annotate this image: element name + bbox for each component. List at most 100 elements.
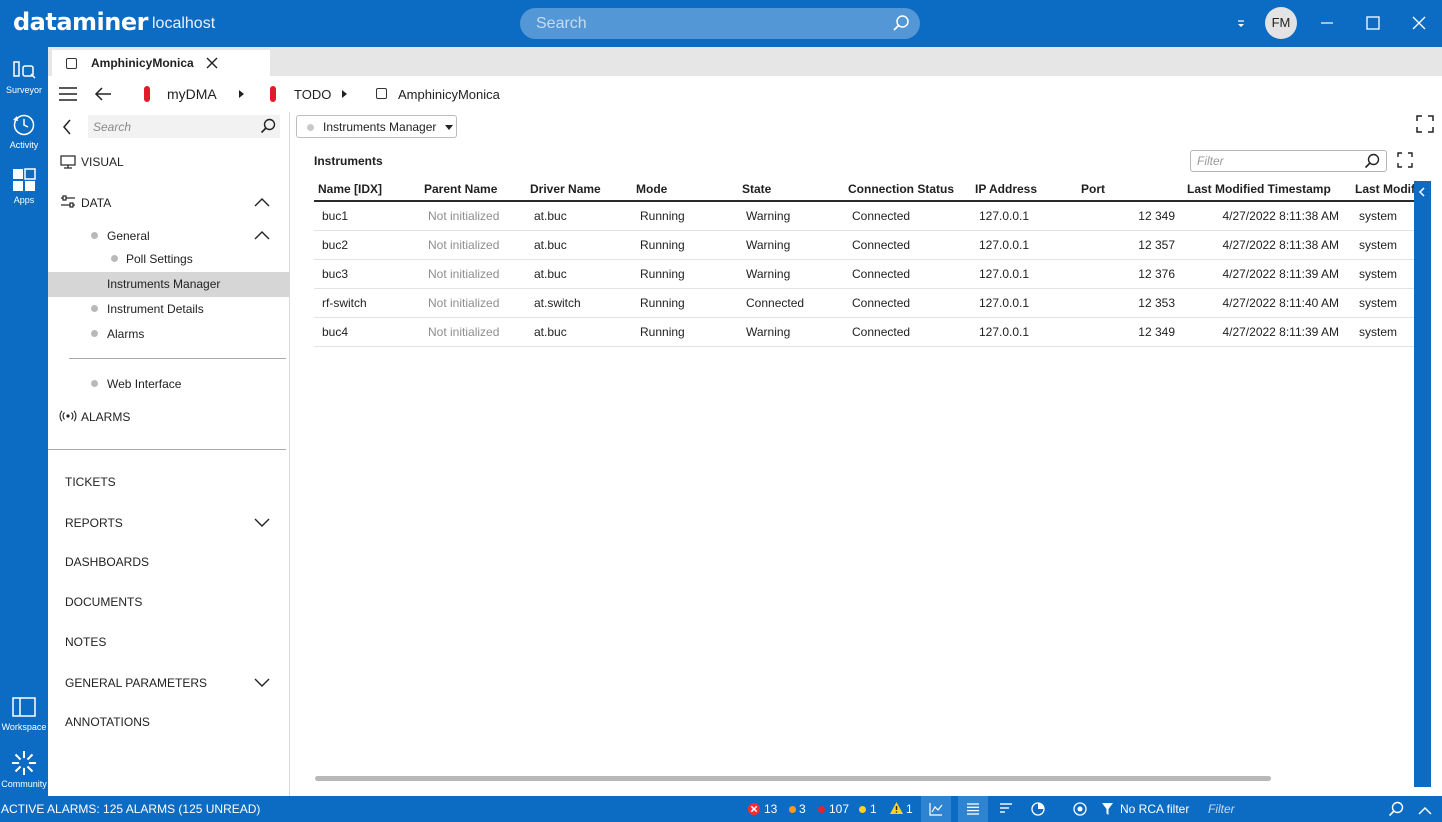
table-title: Instruments — [314, 154, 383, 168]
column-header[interactable]: IP Address — [971, 178, 1077, 202]
table-row[interactable]: buc2 Not initialized at.buc Running Warn… — [314, 230, 1414, 260]
column-header[interactable]: Parent Name — [420, 178, 526, 202]
rail-workspace[interactable]: Workspace — [0, 686, 48, 741]
host-name: localhost — [152, 15, 216, 32]
status-bar: ACTIVE ALARMS: 125 ALARMS (125 UNREAD) 1… — [0, 796, 1442, 822]
panel-item-notes[interactable]: NOTES — [65, 635, 106, 649]
minor-alarm-icon — [818, 806, 825, 813]
rail-label: Workspace — [1, 722, 47, 732]
panel-item-instruments-manager[interactable]: Instruments Manager — [48, 272, 289, 297]
panel-item-tickets[interactable]: TICKETS — [65, 475, 116, 489]
panel-item-web-interface[interactable]: Web Interface — [107, 377, 181, 391]
column-header[interactable]: State — [738, 178, 844, 202]
panel-item-general-parameters[interactable]: GENERAL PARAMETERS — [65, 676, 207, 690]
table-row[interactable]: buc3 Not initialized at.buc Running Warn… — [314, 259, 1414, 289]
panel-item-alarms[interactable]: ALARMS — [81, 410, 130, 424]
details-pane-toggle[interactable] — [1414, 181, 1431, 787]
cell-name: buc2 — [314, 230, 420, 260]
cell-name: buc4 — [314, 317, 420, 347]
trend-view-button[interactable] — [921, 796, 951, 822]
bullet-icon — [91, 380, 98, 387]
panel-search[interactable] — [88, 115, 280, 138]
column-header[interactable]: Mode — [632, 178, 738, 202]
divider — [69, 358, 286, 359]
rca-filter-label[interactable]: No RCA filter — [1120, 802, 1189, 816]
column-header[interactable]: Last Modifi — [1351, 178, 1414, 202]
cell-parent: Not initialized — [420, 288, 526, 318]
breadcrumb-item-mydma[interactable]: myDMA — [167, 86, 217, 102]
column-header[interactable]: Last Modified Timestamp — [1183, 178, 1351, 202]
close-icon[interactable] — [206, 57, 218, 72]
collapse-panel-icon[interactable] — [62, 119, 72, 138]
global-search[interactable] — [520, 8, 920, 39]
global-search-input[interactable] — [520, 8, 880, 39]
warning-count[interactable]: 1 — [870, 802, 877, 816]
rail-apps[interactable]: Apps — [0, 159, 48, 214]
panel-item-poll-settings[interactable]: Poll Settings — [126, 252, 193, 266]
critical-count[interactable]: 13 — [764, 802, 777, 816]
minimize-icon[interactable] — [1316, 12, 1338, 34]
table-row[interactable]: rf-switch Not initialized at.switch Runn… — [314, 288, 1414, 318]
focus-button[interactable] — [1068, 796, 1092, 822]
close-window-icon[interactable] — [1408, 12, 1430, 34]
search-icon[interactable] — [1364, 153, 1380, 172]
table-row[interactable]: buc4 Not initialized at.buc Running Warn… — [314, 317, 1414, 347]
hamburger-menu-icon[interactable] — [58, 86, 78, 105]
breadcrumb-item-element[interactable]: AmphinicyMonica — [398, 87, 500, 102]
notice-count[interactable]: 1 — [906, 802, 913, 816]
fullscreen-icon[interactable] — [1416, 115, 1434, 136]
rail-surveyor[interactable]: Surveyor — [0, 49, 48, 104]
broadcast-icon — [59, 410, 77, 425]
search-icon[interactable] — [260, 118, 276, 137]
caret-right-icon[interactable] — [342, 90, 347, 98]
back-arrow-icon[interactable] — [94, 86, 112, 105]
search-icon[interactable] — [892, 14, 910, 35]
column-header[interactable]: Name [IDX] — [314, 178, 420, 202]
table-filter-input[interactable] — [1191, 151, 1356, 171]
major-count[interactable]: 3 — [799, 802, 806, 816]
rail-community[interactable]: Community — [0, 741, 48, 796]
chevron-up-icon[interactable] — [254, 229, 270, 243]
tab-amphinicymonica[interactable]: AmphinicyMonica — [52, 50, 270, 76]
table-row[interactable]: buc1 Not initialized at.buc Running Warn… — [314, 201, 1414, 231]
chevron-down-icon[interactable] — [254, 677, 270, 691]
panel-item-reports[interactable]: REPORTS — [65, 516, 123, 530]
panel-item-data[interactable]: DATA — [81, 196, 111, 210]
alarm-filter-input[interactable] — [1200, 796, 1380, 822]
panel-item-general[interactable]: General — [107, 229, 150, 243]
chevron-up-icon[interactable] — [254, 196, 270, 210]
panel-item-documents[interactable]: DOCUMENTS — [65, 595, 142, 609]
list-view-button[interactable] — [958, 796, 988, 822]
funnel-icon[interactable] — [1101, 802, 1114, 819]
column-header[interactable]: Connection Status — [844, 178, 971, 202]
horizontal-scrollbar[interactable] — [315, 776, 1271, 781]
chevron-down-icon[interactable] — [254, 517, 270, 531]
column-header[interactable]: Driver Name — [526, 178, 632, 202]
minor-count[interactable]: 107 — [829, 802, 849, 816]
expand-table-icon[interactable] — [1397, 152, 1413, 171]
search-icon[interactable] — [1388, 801, 1404, 820]
sort-button[interactable] — [994, 796, 1018, 822]
rail-label: Community — [1, 779, 47, 789]
breadcrumb-item-todo[interactable]: TODO — [294, 87, 331, 102]
status-dot-icon — [307, 124, 314, 131]
avatar[interactable]: FM — [1265, 7, 1297, 39]
pie-view-button[interactable] — [1026, 796, 1050, 822]
cell-state: Connected — [738, 288, 844, 318]
panel-item-instrument-details[interactable]: Instrument Details — [107, 302, 204, 316]
active-alarms-summary[interactable]: ACTIVE ALARMS: 125 ALARMS (125 UNREAD) — [1, 802, 260, 816]
panel-item-annotations[interactable]: ANNOTATIONS — [65, 715, 150, 729]
panel-item-dashboards[interactable]: DASHBOARDS — [65, 555, 149, 569]
sort-dropdown-icon[interactable] — [1236, 16, 1246, 30]
maximize-icon[interactable] — [1362, 12, 1384, 34]
alarm-filter[interactable] — [1200, 796, 1410, 822]
panel-search-input[interactable] — [88, 115, 248, 138]
table-filter[interactable] — [1190, 150, 1387, 172]
panel-item-alarms-page[interactable]: Alarms — [107, 327, 144, 341]
panel-item-visual[interactable]: VISUAL — [81, 155, 124, 169]
column-header[interactable]: Port — [1077, 178, 1183, 202]
page-selector[interactable]: Instruments Manager — [296, 115, 457, 138]
caret-right-icon[interactable] — [239, 90, 244, 98]
chevron-up-icon[interactable] — [1418, 804, 1432, 818]
rail-activity[interactable]: Activity — [0, 104, 48, 159]
